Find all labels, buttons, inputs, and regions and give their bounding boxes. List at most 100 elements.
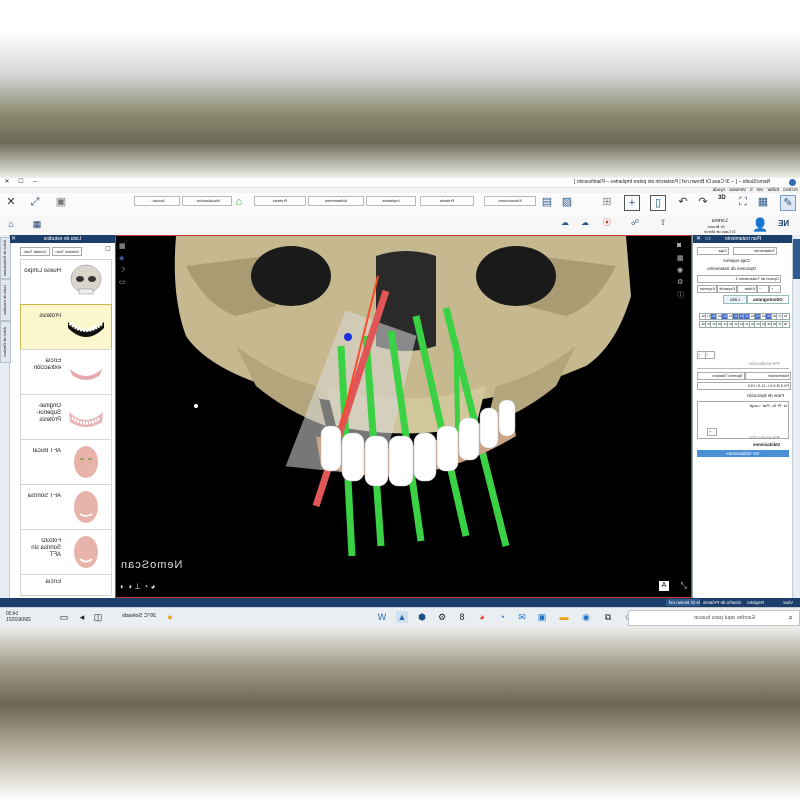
ver-validaciones-button[interactable]: Ver Validaciones xyxy=(697,450,789,457)
remove-option-button[interactable]: − xyxy=(757,285,769,293)
tooth-view-icon[interactable]: ◕ xyxy=(150,582,155,591)
opcion-select[interactable]: Opción de Tratamiento 1 xyxy=(697,275,781,283)
taskbar-search[interactable]: Escribe aquí para buscar ⌕ xyxy=(628,610,800,626)
camera-icon[interactable]: ◙ xyxy=(677,242,687,254)
export-button[interactable]: Exportar xyxy=(697,285,717,293)
layers-icon[interactable]: ◈ xyxy=(119,254,129,266)
study-item-foto3d-sonrisa[interactable]: Foto3D Sonrisa sin AFT xyxy=(20,529,112,575)
study-item-encia-extraccion[interactable]: Encía extracción xyxy=(20,349,112,395)
implant-brand-select[interactable]: Nobelactive xyxy=(745,372,791,380)
menu-archivo[interactable]: Archivo xyxy=(783,187,798,192)
export-icon[interactable]: ⇪ xyxy=(656,216,670,230)
layout-toggle-icon[interactable]: ▢ xyxy=(105,245,111,252)
implant-type-select[interactable]: Tapered Titanium xyxy=(697,372,745,380)
layout-icon[interactable]: ▯ xyxy=(650,195,666,211)
next-button[interactable]: › xyxy=(705,351,715,359)
add-icon[interactable]: + xyxy=(624,195,640,211)
nemo-app-icon[interactable]: ▲ xyxy=(396,611,408,623)
menu-ver[interactable]: Ver xyxy=(756,187,763,192)
menu-h[interactable]: h xyxy=(750,187,753,192)
expand-button[interactable]: Expandir xyxy=(717,285,737,293)
notification-icon[interactable]: ▭ xyxy=(58,611,70,623)
tab-diseno-protesis[interactable]: Diseño de Prótesis xyxy=(700,599,744,606)
3d-viewport[interactable]: ◙ ▦ ◉ ⚙ ⓘ ▦ ◈ ☽ ▭ A ⤡ xyxy=(115,235,692,598)
settings-taskbar-icon[interactable]: ⚙ xyxy=(436,611,448,623)
study-item-aft-bucal[interactable]: AFT Bucal xyxy=(20,439,112,485)
dock-icon[interactable]: ▭ xyxy=(705,235,711,242)
edge-icon[interactable]: ◔ xyxy=(496,611,508,623)
file-explorer-icon[interactable]: ▬ xyxy=(558,611,570,623)
browser-icon[interactable]: ◉ xyxy=(580,611,592,623)
menu-editar[interactable]: Editar xyxy=(767,187,779,192)
add-option-button[interactable]: + xyxy=(769,285,781,293)
side-view-icon[interactable]: ◔ xyxy=(143,582,148,591)
tab-lista-estudios[interactable]: Lista de estudios xyxy=(0,279,11,321)
implant-size-select[interactable]: P4.3 Ø 5.0 L 11.5 / 013 xyxy=(697,382,791,390)
slider-icon[interactable]: ▭ xyxy=(119,278,129,290)
app-icon-8[interactable]: 8 xyxy=(456,611,468,623)
weather-widget[interactable]: 26°C Soleado xyxy=(122,613,156,619)
home-icon[interactable]: ⌂ xyxy=(4,217,18,231)
record-icon[interactable]: ⦿ xyxy=(600,216,614,230)
tools-icon[interactable]: ☁ xyxy=(558,216,572,230)
menu-ayuda[interactable]: Ayuda xyxy=(713,187,726,192)
profile-view-icon[interactable]: ◐ xyxy=(120,582,125,591)
study-item-aft-sonrisa[interactable]: AFT Sonrisa xyxy=(20,484,112,530)
maximize-window-button[interactable]: ☐ xyxy=(14,178,28,187)
undo-icon[interactable]: ↶ xyxy=(676,195,690,209)
disk-icon[interactable]: ▦ xyxy=(756,195,770,209)
grid-tool-icon[interactable]: ⊞ xyxy=(600,195,614,209)
taskbar-clock[interactable]: 14:30 29/06/2021 xyxy=(6,611,31,623)
tab-arbol-dientes[interactable]: Árbol de Dientes xyxy=(0,321,11,363)
extracciones-button[interactable]: Extracciones xyxy=(484,196,536,206)
mail-icon[interactable]: ✉ xyxy=(516,611,528,623)
show-all-button[interactable]: Mostrar Todo xyxy=(52,247,82,256)
view-3d-badge[interactable]: 3D xyxy=(718,195,726,201)
tooth-38[interactable]: 38 xyxy=(781,321,790,328)
tab-registro[interactable]: Registro xyxy=(744,599,767,606)
basket-icon[interactable]: ⌂ xyxy=(232,195,246,209)
close-plan-panel-icon[interactable]: ✕ xyxy=(696,235,701,242)
task-view-icon[interactable]: ⧉ xyxy=(602,611,614,623)
table-add-button[interactable]: + xyxy=(707,428,717,436)
moon-icon[interactable]: ☽ xyxy=(119,266,129,278)
fit-icon[interactable]: ⛶ xyxy=(736,195,750,209)
accion-button[interactable]: Acción... xyxy=(134,196,180,206)
chrome-icon[interactable]: ◕ xyxy=(476,611,488,623)
side-tab-active[interactable] xyxy=(793,239,800,279)
close-case-icon[interactable]: ✕ xyxy=(4,195,18,209)
apps-icon[interactable]: ▦ xyxy=(30,217,44,231)
tab-odontograma[interactable]: Odontograma xyxy=(747,295,789,304)
tratamiento-select[interactable]: Tratamiento xyxy=(733,247,777,255)
tab-lista[interactable]: Lista xyxy=(723,295,747,304)
info-icon[interactable]: ⓘ xyxy=(677,290,687,302)
study-item-original-superior-protesis[interactable]: Original-Superior-Prótesis xyxy=(20,394,112,440)
store-icon[interactable]: ▣ xyxy=(536,611,548,623)
aditamentos-button[interactable]: Aditamentos xyxy=(308,196,364,206)
study-item-protesis[interactable]: Prótesis xyxy=(20,304,112,350)
grid-icon[interactable]: ▦ xyxy=(677,254,687,266)
save-icon[interactable]: ▤ xyxy=(540,195,554,209)
close-window-button[interactable]: ✕ xyxy=(0,178,14,187)
fullscreen-icon[interactable]: ⤡ xyxy=(681,581,687,591)
redo-icon[interactable]: ↷ xyxy=(696,195,710,209)
lower-view-icon[interactable]: ⊥ xyxy=(134,582,141,591)
image-icon[interactable]: ▨ xyxy=(560,195,574,209)
protesis-button[interactable]: Prótesis xyxy=(420,196,474,206)
study-item-hueso-limpio[interactable]: Hueso Limpio xyxy=(20,259,112,305)
orientation-badge[interactable]: A xyxy=(659,581,669,591)
minimize-window-button[interactable]: ─ xyxy=(28,178,42,187)
grid-toggle-icon[interactable]: ▦ xyxy=(119,242,129,254)
edit-button[interactable]: Editar xyxy=(737,285,757,293)
edit-icon[interactable]: ✎ xyxy=(780,195,796,211)
views-icon[interactable]: ☁ xyxy=(578,216,592,230)
tab-visor[interactable]: Visor xyxy=(780,599,797,606)
menu-ventana[interactable]: Ventana xyxy=(729,187,746,192)
visualizacion-button[interactable]: Visualización... xyxy=(182,196,232,206)
caja-select[interactable]: Caja xyxy=(697,247,729,255)
volume-icon[interactable]: ◂ xyxy=(76,611,88,623)
study-item-encia[interactable]: Encía xyxy=(20,574,112,596)
word-icon[interactable]: W xyxy=(376,611,388,623)
cube-app-icon[interactable]: ⬢ xyxy=(416,611,428,623)
frontal-view-icon[interactable]: ◑ xyxy=(127,582,132,591)
